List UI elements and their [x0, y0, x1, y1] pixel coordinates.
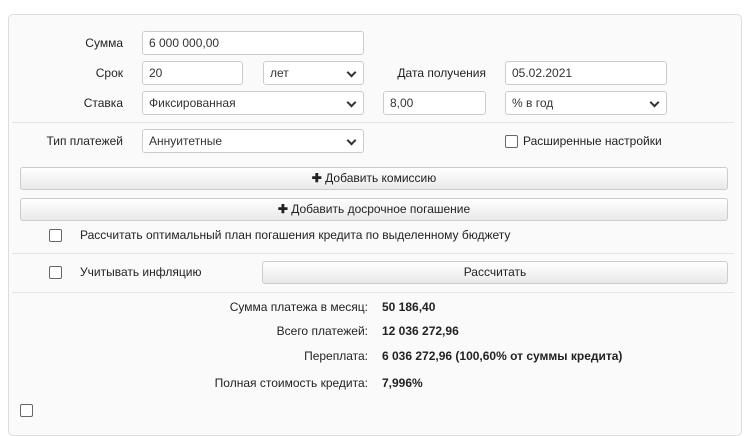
term-input[interactable]: 20 [142, 61, 243, 85]
divider [12, 122, 734, 123]
bottom-checkbox[interactable] [20, 404, 33, 417]
term-label: Срок [95, 66, 123, 80]
result-value: 50 186,40 [382, 300, 436, 314]
optimal-plan-checkbox[interactable] [49, 229, 62, 242]
advanced-settings-label: Расширенные настройки [523, 134, 662, 148]
inflation-checkbox[interactable] [49, 266, 62, 279]
term-unit-select[interactable]: лет [263, 61, 364, 85]
result-value: 7,996% [382, 376, 423, 390]
rate-label: Ставка [83, 96, 123, 110]
amount-input[interactable]: 6 000 000,00 [142, 31, 364, 55]
calculate-button[interactable]: Рассчитать [262, 261, 728, 284]
result-value: 6 036 272,96 (100,60% от суммы кредита) [382, 349, 623, 363]
payment-type-label: Тип платежей [46, 134, 123, 148]
result-label: Полная стоимость кредита: [214, 376, 368, 390]
optimal-plan-label: Рассчитать оптимальный план погашения кр… [80, 228, 511, 242]
inflation-label: Учитывать инфляцию [80, 265, 202, 279]
result-label: Переплата: [304, 349, 368, 363]
rate-unit-select[interactable]: % в год [505, 91, 667, 115]
divider [12, 253, 734, 254]
divider [12, 292, 734, 293]
add-commission-label: Добавить комиссию [325, 171, 437, 185]
amount-label: Сумма [85, 36, 123, 50]
advanced-settings-checkbox[interactable] [505, 135, 518, 148]
plus-icon: ✚ [277, 202, 288, 216]
add-prepayment-label: Добавить досрочное погашение [291, 202, 471, 216]
add-prepayment-button[interactable]: ✚ Добавить досрочное погашение [20, 198, 728, 221]
add-commission-button[interactable]: ✚ Добавить комиссию [20, 167, 728, 190]
payment-type-select[interactable]: Аннуитетные [142, 129, 364, 153]
date-label: Дата получения [397, 66, 486, 80]
rate-type-select[interactable]: Фиксированная [142, 91, 364, 115]
date-input[interactable]: 05.02.2021 [505, 61, 667, 85]
result-label: Сумма платежа в месяц: [229, 300, 368, 314]
result-value: 12 036 272,96 [382, 324, 459, 338]
result-label: Всего платежей: [276, 324, 368, 338]
plus-icon: ✚ [311, 171, 322, 185]
rate-input[interactable]: 8,00 [383, 91, 486, 115]
